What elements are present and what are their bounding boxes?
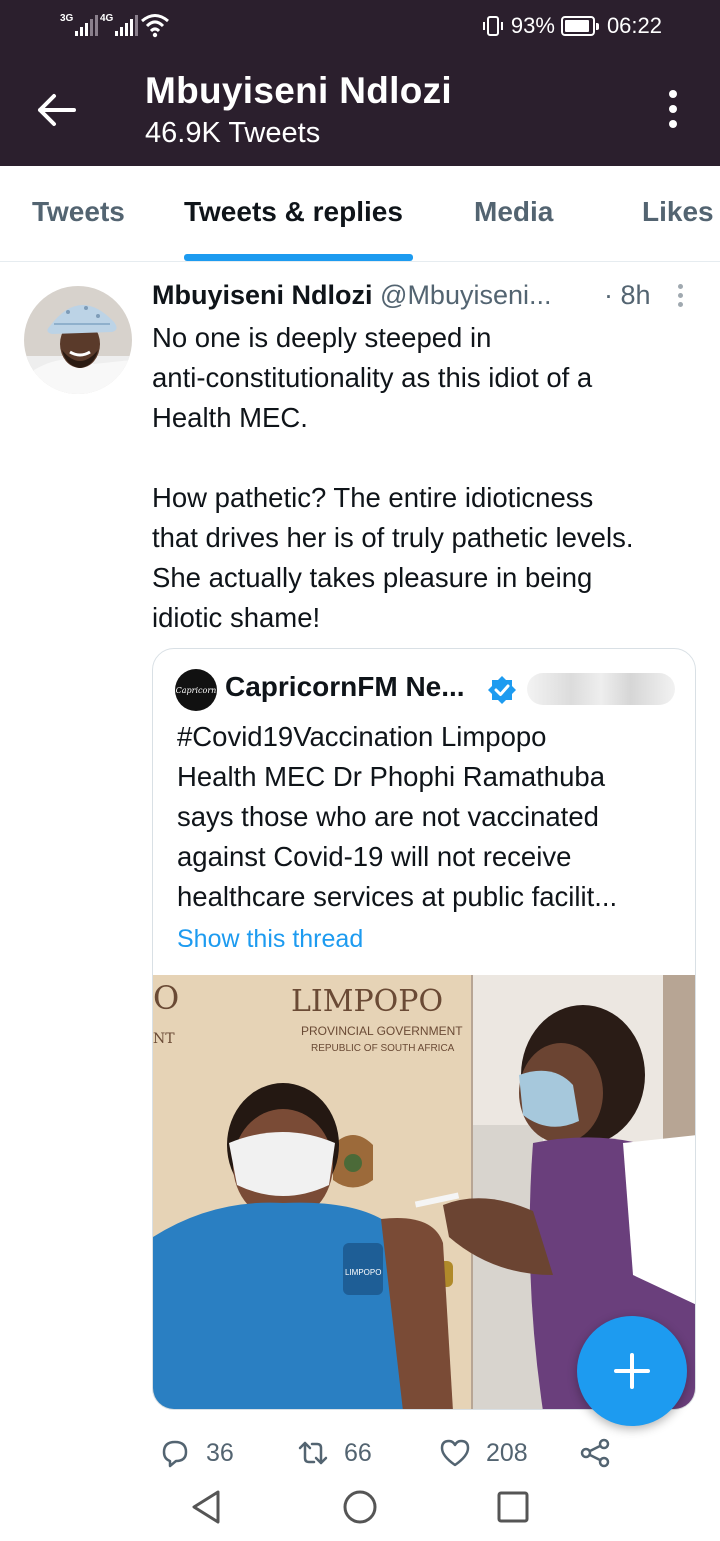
active-tab-indicator [184,254,413,261]
quoted-author-avatar: Capricorn [175,669,217,711]
show-thread-link[interactable]: Show this thread [177,925,363,954]
tweet-author-name[interactable]: Mbuyiseni Ndlozi [152,280,373,310]
reply-icon [162,1440,188,1468]
nav-back-icon[interactable] [182,1482,232,1532]
signal-3g-icon: 3G [60,13,99,36]
like-button[interactable]: 208 [438,1436,528,1470]
tweet-text-line: that drives her is of truly pathetic lev… [152,522,634,553]
uniform-badge-text: LIMPOPO [345,1268,381,1277]
banner-edge-letter: O [153,979,179,1017]
tweet-more-icon[interactable] [675,284,685,310]
tweet-text-line: anti-constitutionality as this idiot of … [152,362,593,393]
quoted-text-line: says those who are not vaccinated [177,801,599,832]
network-type-1: 3G [60,13,74,24]
quoted-tweet-text: #Covid19Vaccination Limpopo Health MEC D… [177,717,682,917]
wifi-icon [141,14,169,38]
share-button[interactable] [578,1436,612,1470]
system-navigation-bar [0,1472,720,1541]
quoted-tweet-card[interactable]: Capricorn CapricornFM Ne... #Covid19Vacc… [152,648,696,1410]
quoted-text-line: Health MEC Dr Phophi Ramathuba [177,761,605,792]
tab-media[interactable]: Media [474,196,553,228]
network-type-2: 4G [100,13,114,24]
banner-line-2: REPUBLIC OF SOUTH AFRICA [311,1043,455,1054]
banner-title: LIMPOPO [291,984,443,1019]
quoted-text-line: #Covid19Vaccination Limpopo [177,721,547,752]
app-bar: 3G 4G 93% 06:22 Mbuyiseni Ndlozi 46.9K T… [0,0,720,166]
status-bar: 3G 4G 93% 06:22 [0,0,720,56]
tab-tweets[interactable]: Tweets [32,196,125,228]
tweet-text-line: How pathetic? The entire idioticness [152,482,594,513]
avatar[interactable] [24,286,132,394]
heart-icon [440,1439,470,1467]
tweet-header: Mbuyiseni Ndlozi @Mbuyiseni... [152,280,672,311]
reply-button[interactable]: 36 [158,1436,234,1470]
banner-line-1: PROVINCIAL GOVERNMENT [301,1024,463,1038]
back-arrow-icon[interactable] [34,88,78,132]
tweet-time[interactable]: · 8h [604,280,651,311]
reply-count: 36 [206,1438,234,1467]
banner-edge-text: NT [153,1031,175,1047]
profile-tabs: Tweets Tweets & replies Media Likes [0,166,720,262]
battery-percent: 93% [510,13,555,38]
redacted-handle [527,673,675,705]
tweet-text-line: Health MEC. [152,402,308,433]
signal-4g-icon: 4G [100,13,139,36]
quoted-author-name: CapricornFM Ne... [225,671,465,702]
vibrate-icon [482,16,503,36]
tab-likes[interactable]: Likes [642,196,714,228]
more-options-icon[interactable] [666,90,680,130]
tweet-text-line: She actually takes pleasure in being [152,562,593,593]
tweet-text-line: idiotic shame! [152,602,321,633]
tab-tweets-and-replies[interactable]: Tweets & replies [184,196,403,228]
retweet-button[interactable]: 66 [296,1436,372,1470]
nav-home-icon[interactable] [335,1482,385,1532]
plus-icon [614,1353,650,1389]
battery-icon [560,16,599,36]
tweet-text: No one is deeply steeped in anti-constit… [152,318,697,638]
retweet-count: 66 [344,1438,372,1467]
quoted-text-line: against Covid-19 will not receive [177,841,572,872]
nav-recents-icon[interactable] [488,1482,538,1532]
profile-title: Mbuyiseni Ndlozi [145,70,452,111]
tweet-actions: 36 66 208 [0,1426,720,1472]
retweet-icon [298,1441,328,1465]
tweet-count: 46.9K Tweets [145,117,321,149]
compose-tweet-button[interactable] [577,1316,687,1426]
quoted-text-line: healthcare services at public facilit... [177,881,618,912]
clock: 06:22 [606,13,662,38]
verified-badge-icon [488,676,516,704]
tweet-text-line: No one is deeply steeped in [152,322,492,353]
share-icon [580,1438,610,1468]
tweet-author-handle[interactable]: @Mbuyiseni... [380,280,551,310]
like-count: 208 [486,1438,528,1467]
